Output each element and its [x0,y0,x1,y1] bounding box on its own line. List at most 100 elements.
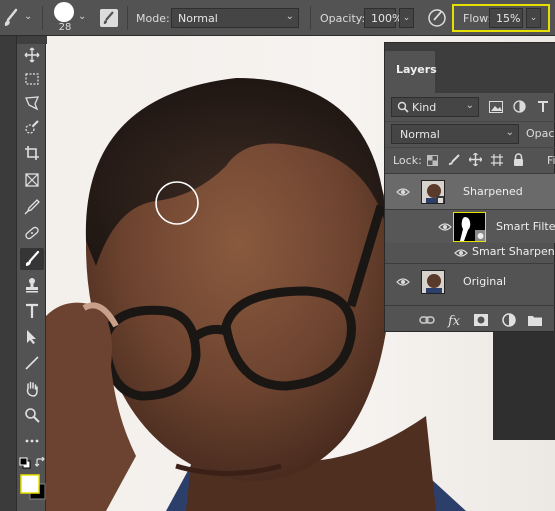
hand-tool[interactable] [20,378,44,400]
eyedropper-tool[interactable] [20,196,44,218]
filter-row-smart-sharpen[interactable]: Smart Sharpen [385,243,555,263]
svg-text:fx: fx [447,314,461,328]
search-icon [397,101,409,113]
brush-tool-preset-icon[interactable] [2,8,20,28]
layer-row-original[interactable]: Original [385,263,555,299]
healing-tool[interactable] [20,222,44,244]
hand-icon [26,381,38,397]
lock-pixels-icon[interactable] [448,154,460,166]
lasso-icon [25,96,40,111]
line-tool[interactable] [20,352,44,374]
layer-name: Original [463,275,507,288]
zoom-tool[interactable] [20,404,44,426]
marquee-tool[interactable] [20,68,44,90]
healing-icon [25,226,39,240]
filter-name: Smart Sharpen [472,245,555,258]
path-select-icon [27,330,36,344]
chevron-down-icon[interactable]: ⌄ [78,11,86,22]
tab-layers[interactable]: Layers [385,51,437,93]
flow-value: 15% [496,12,521,25]
smart-filters-row[interactable]: Smart Filters [385,209,555,243]
marquee-icon [25,73,39,85]
stamp-icon [26,278,38,293]
panel-tab-bar: Layers [385,43,555,93]
adjustment-layer-icon[interactable] [501,312,517,328]
more-tools-icon [25,439,39,443]
flow-label: Flow: [463,12,492,25]
separator [127,6,128,30]
brush-tool[interactable] [20,248,44,270]
lock-label: Lock: [393,154,422,167]
foreground-color-swatch[interactable] [20,474,40,494]
lasso-tool[interactable] [20,92,44,114]
lock-artboard-icon[interactable] [491,154,503,166]
filter-kind-value: Kind [412,101,437,114]
opacity-input[interactable]: 100% [364,8,402,28]
frame-icon [25,173,39,187]
pressure-opacity-icon[interactable] [427,8,447,28]
opacity-label: Opacity: [320,12,366,25]
mode-select[interactable]: Normal ⌄ [171,8,299,28]
type-tool[interactable] [20,300,44,322]
chevron-down-icon[interactable]: ⌄ [24,11,32,22]
layer-thumbnail [421,270,445,294]
eye-icon[interactable] [396,277,410,287]
brush-settings-icon[interactable] [100,9,118,27]
more-tools-button[interactable] [20,430,44,452]
separator [310,6,311,30]
blend-mode-select[interactable]: Normal ⌄ [391,124,519,144]
adjustment-filter-icon[interactable] [513,100,526,113]
flow-dropdown-button[interactable]: ⌄ [526,8,541,28]
brush-size-value: 28 [58,22,72,33]
lock-row: Lock: Fi [385,147,555,173]
path-select-tool[interactable] [20,326,44,348]
frame-tool[interactable] [20,169,44,191]
options-bar: ⌄ 28 ⌄ Mode: Normal ⌄ Opacity: 100% ⌄ Fl… [0,0,555,36]
type-filter-icon[interactable] [537,100,549,113]
adjacent-panel [493,332,555,440]
line-icon [25,356,39,370]
mode-label: Mode: [136,12,170,25]
folder-icon[interactable] [527,312,543,328]
eye-icon[interactable] [396,187,410,197]
smart-filter-mask-thumbnail[interactable] [453,212,486,242]
toolbar-grip[interactable] [17,36,47,44]
image-filter-icon[interactable] [489,101,503,113]
blend-row: Normal ⌄ Opacit [385,121,555,147]
filter-kind-select[interactable]: Kind ⌄ [391,97,479,117]
opacity-value: 100% [371,12,403,25]
color-swatches[interactable] [20,474,46,500]
layer-thumbnail [421,180,445,204]
fill-label: Fi [547,154,555,167]
opacity-label: Opacit [526,127,555,140]
swap-colors-icon[interactable] [35,457,46,468]
move-tool[interactable] [20,44,44,66]
add-mask-icon[interactable] [473,312,489,328]
stamp-tool[interactable] [20,274,44,296]
brush-icon [25,251,40,266]
layers-panel: Layers Kind ⌄ Normal ⌄ Opacit Lock: Fi [384,42,555,332]
layers-panel-footer: fx [385,305,555,333]
type-icon [26,303,38,318]
lock-all-icon[interactable] [513,153,524,166]
lock-position-icon[interactable] [469,153,482,166]
layer-name: Sharpened [463,185,523,198]
quick-select-icon [25,120,39,134]
default-colors-icon[interactable] [19,457,31,469]
eye-icon[interactable] [438,222,452,232]
separator [42,6,43,30]
fx-icon[interactable]: fx [447,312,463,328]
flow-input[interactable]: 15% [489,8,523,28]
brush-preview-icon[interactable] [54,2,74,22]
move-icon [24,47,40,63]
link-layers-icon[interactable] [419,312,435,328]
mode-value: Normal [178,12,218,25]
portrait-thumbnail-icon [426,184,444,203]
opacity-dropdown-button[interactable]: ⌄ [399,8,414,28]
portrait-thumbnail-icon [426,274,442,293]
lock-transparency-icon[interactable] [427,155,438,166]
quick-select-tool[interactable] [20,116,44,138]
eye-icon[interactable] [454,248,468,258]
layer-row-sharpened[interactable]: Sharpened [385,173,555,209]
crop-tool[interactable] [20,142,44,164]
